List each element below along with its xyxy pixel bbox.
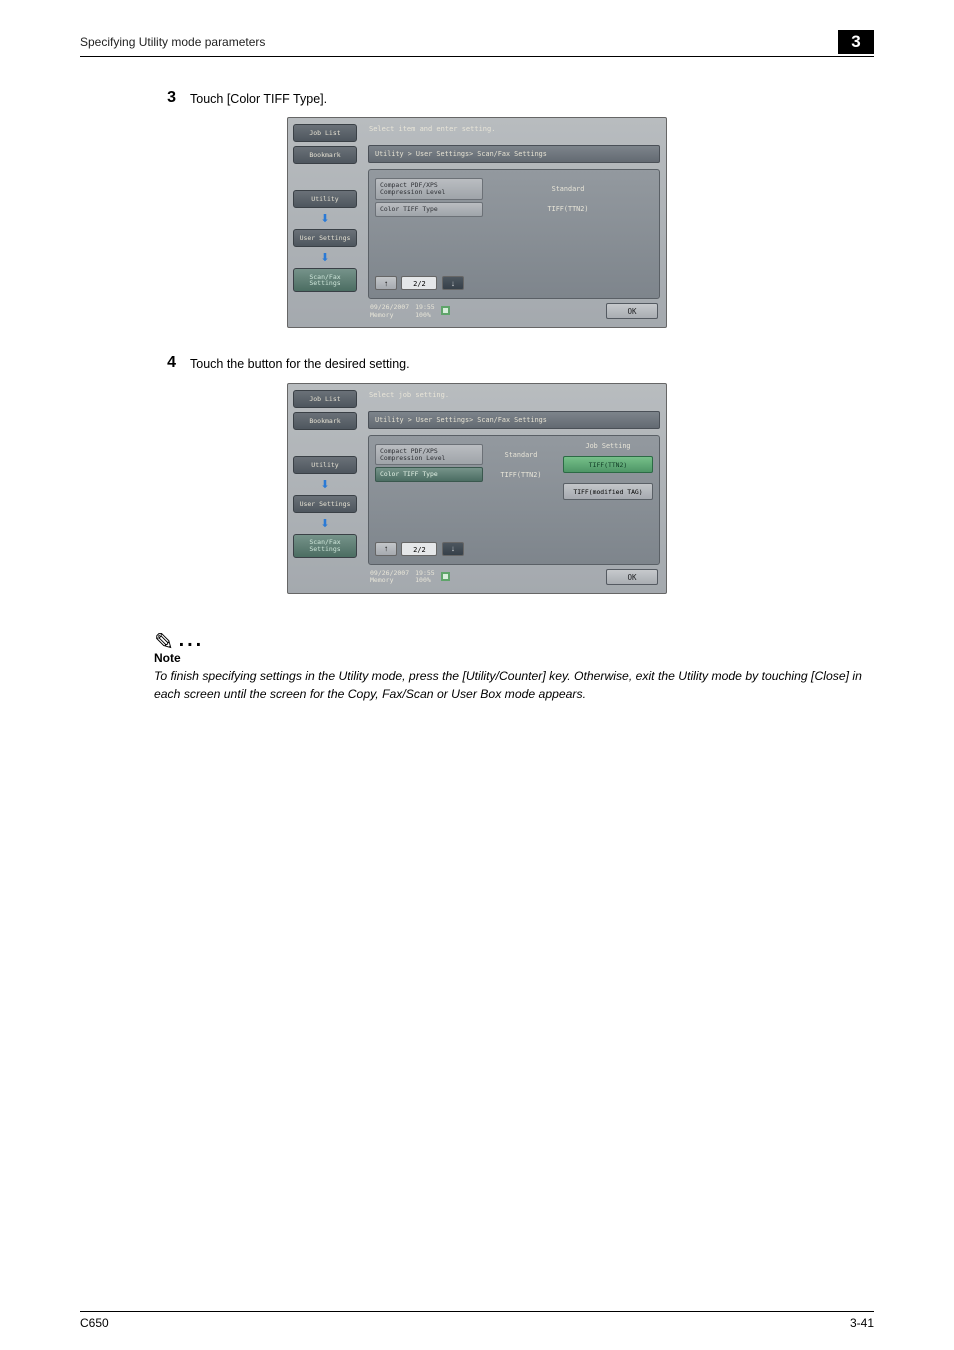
user-settings-tab[interactable]: User Settings bbox=[293, 229, 357, 247]
page-up-button[interactable]: ↑ bbox=[375, 276, 397, 290]
tiff-modified-tag-option[interactable]: TIFF(modified TAG) bbox=[563, 483, 653, 500]
footer-model: C650 bbox=[80, 1316, 109, 1330]
section-title: Specifying Utility mode parameters bbox=[80, 35, 265, 49]
color-tiff-type-row[interactable]: Color TIFF Type bbox=[375, 202, 483, 217]
compact-pdf-xps-value: Standard bbox=[483, 185, 653, 193]
compact-pdf-xps-row[interactable]: Compact PDF/XPS Compression Level bbox=[375, 178, 483, 199]
note-dots: ... bbox=[179, 629, 205, 651]
color-tiff-type-value: TIFF(TTN2) bbox=[483, 205, 653, 213]
breadcrumb: Utility > User Settings> Scan/Fax Settin… bbox=[368, 145, 660, 163]
note-icon: ✎ bbox=[154, 628, 174, 657]
utility-tab[interactable]: Utility bbox=[293, 190, 357, 208]
note-label: Note bbox=[154, 651, 874, 665]
instruction-message: Select job setting. bbox=[368, 388, 660, 411]
certificate-icon bbox=[441, 572, 450, 581]
status-memory-value: 100% bbox=[415, 577, 435, 584]
page-indicator: 2/2 bbox=[401, 542, 437, 556]
ok-button[interactable]: OK bbox=[606, 569, 658, 585]
step-number: 4 bbox=[154, 352, 190, 374]
status-memory-label: Memory bbox=[370, 312, 409, 319]
status-time: 19:55 bbox=[415, 304, 435, 311]
job-setting-title: Job Setting bbox=[563, 442, 653, 450]
color-tiff-type-row[interactable]: Color TIFF Type bbox=[375, 467, 483, 482]
arrow-down-icon: ⬇ bbox=[320, 478, 329, 491]
color-tiff-type-value: TIFF(TTN2) bbox=[483, 471, 559, 479]
user-settings-tab[interactable]: User Settings bbox=[293, 495, 357, 513]
settings-pane: Compact PDF/XPS Compression Level Standa… bbox=[368, 169, 660, 299]
job-list-tab[interactable]: Job List bbox=[293, 124, 357, 142]
status-memory-label: Memory bbox=[370, 577, 409, 584]
scan-fax-settings-tab[interactable]: Scan/Fax Settings bbox=[293, 268, 357, 292]
note-body: To finish specifying settings in the Uti… bbox=[154, 667, 874, 704]
ok-button[interactable]: OK bbox=[606, 303, 658, 319]
status-date: 09/26/2007 bbox=[370, 304, 409, 311]
touchscreen-screenshot: Job List Bookmark Utility ⬇ User Setting… bbox=[287, 117, 667, 328]
breadcrumb: Utility > User Settings> Scan/Fax Settin… bbox=[368, 411, 660, 429]
certificate-icon bbox=[441, 306, 450, 315]
job-list-tab[interactable]: Job List bbox=[293, 390, 357, 408]
arrow-down-icon: ⬇ bbox=[320, 212, 329, 225]
header-divider bbox=[80, 56, 874, 57]
page-indicator: 2/2 bbox=[401, 276, 437, 290]
arrow-down-icon: ⬇ bbox=[320, 251, 329, 264]
page-down-button[interactable]: ↓ bbox=[442, 276, 464, 290]
bookmark-tab[interactable]: Bookmark bbox=[293, 146, 357, 164]
step-text: Touch [Color TIFF Type]. bbox=[190, 87, 327, 109]
arrow-down-icon: ⬇ bbox=[320, 517, 329, 530]
tiff-ttn2-option[interactable]: TIFF(TTN2) bbox=[563, 456, 653, 473]
step-text: Touch the button for the desired setting… bbox=[190, 352, 410, 374]
utility-tab[interactable]: Utility bbox=[293, 456, 357, 474]
touchscreen-screenshot: Job List Bookmark Utility ⬇ User Setting… bbox=[287, 383, 667, 594]
bookmark-tab[interactable]: Bookmark bbox=[293, 412, 357, 430]
compact-pdf-xps-value: Standard bbox=[483, 451, 559, 459]
settings-pane: Compact PDF/XPS Compression Level Standa… bbox=[368, 435, 660, 565]
page-up-button[interactable]: ↑ bbox=[375, 542, 397, 556]
instruction-message: Select item and enter setting. bbox=[368, 122, 660, 145]
step-number: 3 bbox=[154, 87, 190, 109]
footer-page-number: 3-41 bbox=[850, 1316, 874, 1330]
compact-pdf-xps-row[interactable]: Compact PDF/XPS Compression Level bbox=[375, 444, 483, 465]
chapter-number-badge: 3 bbox=[838, 30, 874, 54]
scan-fax-settings-tab[interactable]: Scan/Fax Settings bbox=[293, 534, 357, 558]
page-down-button[interactable]: ↓ bbox=[442, 542, 464, 556]
status-memory-value: 100% bbox=[415, 312, 435, 319]
